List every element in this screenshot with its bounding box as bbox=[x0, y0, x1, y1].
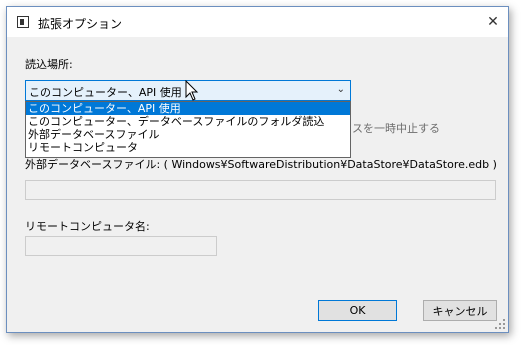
dropdown-option-db-folder[interactable]: このコンピューター、データベースファイルのフォルダ読込 bbox=[26, 115, 350, 128]
dropdown-option-remote[interactable]: リモートコンピュータ bbox=[26, 141, 350, 154]
external-file-input[interactable] bbox=[25, 180, 496, 200]
close-icon[interactable]: ✕ bbox=[478, 7, 508, 37]
chevron-down-icon[interactable]: ⌄ bbox=[337, 84, 345, 95]
read-location-label: 読込場所: bbox=[25, 58, 73, 71]
combobox-dropdown-list: このコンピューター、API 使用 このコンピューター、データベースファイルのフォ… bbox=[25, 101, 351, 158]
ok-button[interactable]: OK bbox=[318, 300, 397, 321]
mouse-pointer-icon bbox=[185, 80, 199, 101]
options-dialog: 拡張オプション ✕ 読込場所: このコンピューター、API 使用 ⌄ このコンピ… bbox=[6, 6, 509, 333]
window-title: 拡張オプション bbox=[38, 17, 123, 31]
dropdown-option-external-file[interactable]: 外部データベースファイル bbox=[26, 128, 350, 141]
remote-computer-label: リモートコンピュータ名: bbox=[25, 220, 150, 233]
title-bar: 拡張オプション ✕ bbox=[7, 7, 508, 37]
combobox-selected-value: このコンピューター、API 使用 bbox=[29, 86, 182, 99]
obscured-checkbox-label: スを一時中止する bbox=[352, 122, 440, 135]
app-icon bbox=[17, 16, 29, 28]
external-file-label: 外部データベースファイル: ( Windows¥SoftwareDistribu… bbox=[25, 158, 497, 171]
resize-grip-icon[interactable] bbox=[495, 319, 505, 329]
dropdown-option-api[interactable]: このコンピューター、API 使用 bbox=[26, 102, 350, 115]
remote-computer-input[interactable] bbox=[25, 236, 217, 256]
cancel-button[interactable]: キャンセル bbox=[423, 300, 497, 321]
